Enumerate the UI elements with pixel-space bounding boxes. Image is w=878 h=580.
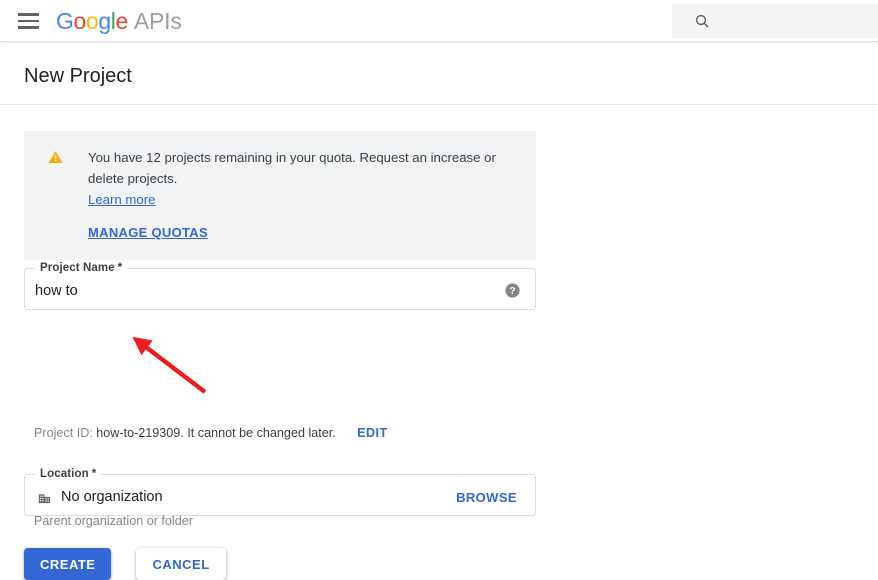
- manage-quotas-link[interactable]: MANAGE QUOTAS: [88, 225, 208, 240]
- required-marker: *: [117, 262, 123, 274]
- project-name-field[interactable]: Project Name* ?: [24, 261, 536, 310]
- page-header: New Project: [0, 42, 878, 105]
- search-box[interactable]: [672, 4, 878, 38]
- location-value: No organization: [61, 489, 163, 505]
- quota-warning-banner: You have 12 projects remaining in your q…: [24, 131, 536, 260]
- hamburger-line: [18, 12, 39, 16]
- banner-message: You have 12 projects remaining in your q…: [88, 150, 496, 186]
- google-wordmark: Google: [56, 8, 128, 34]
- project-id-label: Project ID:: [34, 426, 93, 440]
- cancel-button[interactable]: CANCEL: [136, 548, 226, 580]
- warning-triangle-icon: [44, 149, 66, 242]
- location-label: Location *: [35, 467, 102, 481]
- location-label-text: Location: [40, 468, 89, 480]
- top-app-bar: Google APIs: [0, 0, 878, 42]
- svg-text:?: ?: [509, 286, 515, 297]
- help-circle-icon[interactable]: ?: [504, 282, 521, 299]
- project-name-input[interactable]: [25, 279, 504, 303]
- edit-project-id-link[interactable]: EDIT: [357, 426, 387, 440]
- google-apis-logo[interactable]: Google APIs: [56, 8, 182, 34]
- page-title: New Project: [24, 65, 132, 87]
- search-input[interactable]: [720, 4, 878, 38]
- hamburger-line: [18, 19, 39, 23]
- project-name-label: Project Name *: [35, 261, 128, 275]
- hamburger-menu-icon[interactable]: [18, 11, 40, 31]
- project-id-value: how-to-219309. It cannot be changed late…: [96, 426, 336, 440]
- required-marker: *: [91, 468, 97, 480]
- project-id-row: Project ID: how-to-219309. It cannot be …: [34, 425, 388, 442]
- organization-building-icon: [37, 490, 52, 505]
- banner-body: You have 12 projects remaining in your q…: [88, 147, 516, 242]
- project-name-label-text: Project Name: [40, 262, 115, 274]
- hamburger-line: [18, 26, 39, 30]
- browse-location-button[interactable]: BROWSE: [456, 490, 517, 505]
- form-actions: CREATE CANCEL: [24, 548, 226, 580]
- location-helper-text: Parent organization or folder: [34, 514, 193, 528]
- learn-more-link[interactable]: Learn more: [88, 190, 155, 210]
- create-button[interactable]: CREATE: [24, 548, 112, 580]
- apis-wordmark: APIs: [133, 8, 182, 34]
- location-field[interactable]: Location * No organization BROWSE: [24, 467, 536, 516]
- main-content: You have 12 projects remaining in your q…: [0, 105, 878, 580]
- search-icon: [694, 13, 710, 29]
